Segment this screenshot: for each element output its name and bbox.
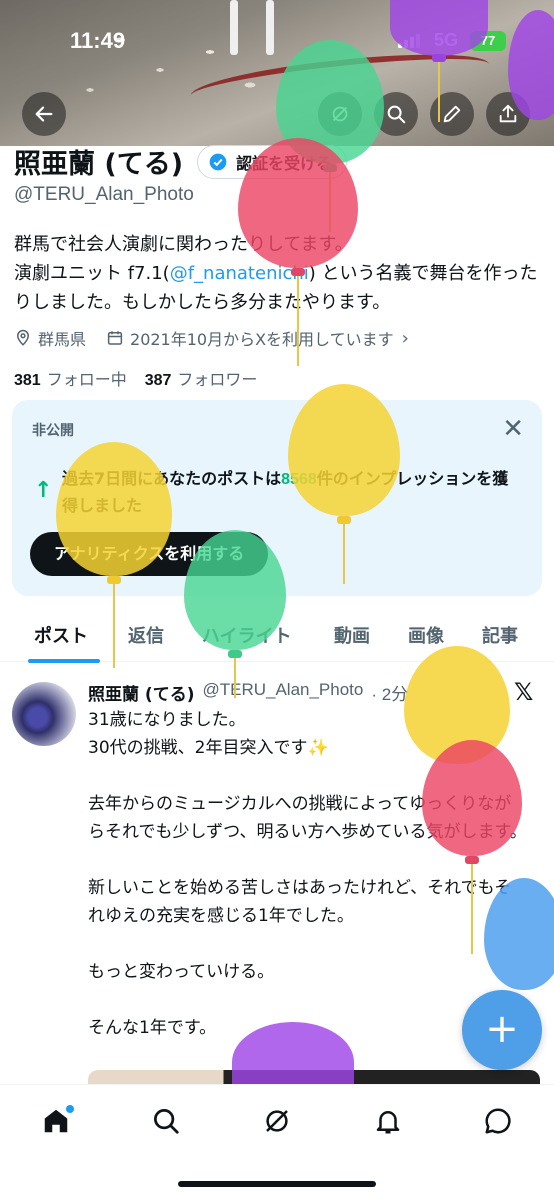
tab-videos[interactable]: 動画 [334, 622, 370, 648]
avatar[interactable] [12, 682, 76, 746]
close-icon[interactable]: ✕ [502, 414, 524, 444]
post-header: 照亜蘭 (てる) @TERU_Alan_Photo · 2分 [88, 680, 408, 705]
post-paragraph: 新しいことを始める苦しさはあったけれど、それでもそれゆえの充実を感じる1年でした… [88, 878, 512, 926]
post-paragraph: もっと変わっていける。 [88, 962, 275, 982]
verified-badge-icon [209, 153, 227, 170]
home-indicator [178, 1181, 376, 1187]
following-link[interactable]: 381 フォロー中 [14, 366, 127, 390]
back-arrow-icon [35, 106, 53, 122]
bell-icon [376, 1111, 400, 1134]
nav-messages[interactable] [478, 1101, 518, 1141]
nav-search[interactable] [146, 1101, 186, 1141]
post-author[interactable]: 照亜蘭 (てる) [88, 680, 194, 705]
post-time: · 2分 [371, 685, 409, 704]
status-time: 11:49 [70, 28, 126, 53]
chevron-right-icon[interactable]: › [402, 328, 409, 349]
tab-photos[interactable]: 画像 [408, 622, 444, 648]
bio-line: 演劇ユニット f7.1(@f_nanatenichi) という名義で舞台を作った… [14, 263, 538, 313]
back-button[interactable] [22, 92, 66, 136]
private-label: 非公開 [32, 423, 74, 439]
notification-dot [66, 1105, 74, 1113]
post-handle: @TERU_Alan_Photo [202, 680, 364, 699]
trend-up-icon: ↑ [34, 478, 53, 503]
compose-button[interactable]: + [462, 990, 542, 1070]
message-icon [485, 1108, 511, 1134]
search-icon [154, 1109, 179, 1134]
edit-button[interactable] [430, 92, 474, 136]
location-text: 群馬県 [38, 330, 87, 349]
location-icon [16, 329, 30, 346]
bottom-nav [0, 1084, 554, 1200]
pencil-icon [443, 105, 461, 123]
grok-icon [266, 1110, 288, 1132]
tab-posts[interactable]: ポスト [34, 622, 88, 648]
sparkles-icon: ✨ [307, 738, 329, 758]
profile-handle: @TERU_Alan_Photo [14, 184, 194, 205]
share-icon [499, 104, 517, 123]
calendar-icon [107, 331, 123, 345]
nav-notifications[interactable] [368, 1101, 408, 1141]
tab-articles[interactable]: 記事 [482, 622, 518, 648]
joined-text: 2021年10月からXを利用しています [130, 330, 394, 349]
x-logo-icon: 𝕏 [514, 678, 534, 706]
nav-home[interactable] [36, 1101, 76, 1141]
nav-grok[interactable] [257, 1101, 297, 1141]
follow-stats: 381 フォロー中 387 フォロワー [14, 366, 257, 390]
profile-meta: 群馬県 2021年10月からXを利用しています › [14, 326, 409, 350]
profile-name: 照亜蘭 (てる) [14, 149, 184, 180]
search-icon [387, 105, 406, 124]
followers-link[interactable]: 387 フォロワー [145, 366, 258, 390]
active-tab-indicator [28, 659, 100, 663]
tab-replies[interactable]: 返信 [128, 622, 164, 648]
